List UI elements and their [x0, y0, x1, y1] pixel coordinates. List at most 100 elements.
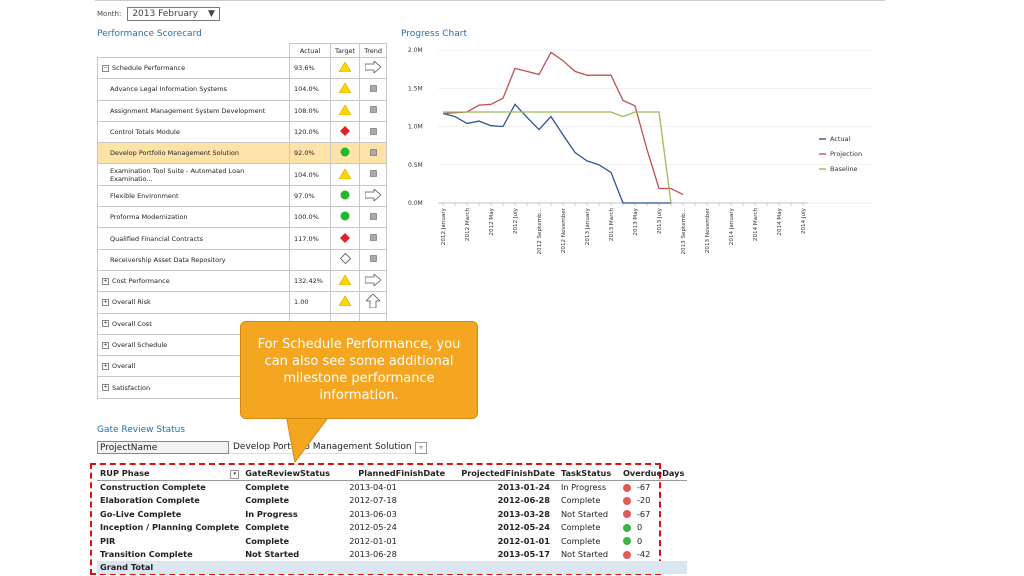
col-planned-finish: PlannedFinishDate [346, 467, 459, 481]
expand-icon[interactable]: + [102, 320, 109, 328]
scorecard-row-name[interactable]: Examination Tool Suite - Automated Loan … [97, 163, 290, 186]
callout-tooltip: For Schedule Performance, you can also s… [240, 321, 478, 419]
trend-indicator [359, 56, 388, 80]
projected-finish-cell: 2012-01-01 [497, 535, 550, 546]
scorecard-row-label: Assignment Management System Development [110, 106, 266, 115]
trend-indicator [359, 248, 388, 271]
table-row: Go-Live Complete In Progress 2013-06-03 201… [97, 507, 687, 520]
scorecard-row[interactable]: + Overall Risk 1.00 [97, 291, 388, 314]
scorecard-row[interactable]: Develop Portfolio Management Solution 92.… [97, 142, 388, 165]
scorecard-row-name[interactable]: Develop Portfolio Management Solution [97, 142, 290, 165]
progress-chart: 0.0M 0.5M 1.0M 1.5M 2.0M 2012 January 2012 Mar… [408, 47, 873, 255]
status-dot-icon [622, 550, 631, 559]
square-icon [369, 106, 377, 114]
series-line-actual [442, 103, 671, 204]
scorecard-row-name[interactable]: + Overall Risk [97, 291, 290, 314]
task-status-cell: Complete [560, 495, 601, 506]
x-tick-label: 2012 Septemb... [537, 208, 543, 255]
scorecard-row[interactable]: − Schedule Performance 93.6% [97, 56, 388, 80]
green-circle-icon [340, 190, 350, 200]
x-tick-label: 2014 July [801, 207, 807, 234]
target-indicator [329, 227, 361, 250]
dropdown-icon[interactable]: ▾ [230, 469, 240, 479]
target-indicator [329, 120, 361, 144]
planned-finish-cell: 2012-05-24 [349, 522, 397, 533]
scorecard-row-label: Overall Schedule [112, 341, 168, 349]
expand-icon[interactable]: + [102, 341, 109, 349]
scorecard-actual: 104.0% [289, 163, 331, 186]
scorecard-row[interactable]: Examination Tool Suite - Automated Loan … [97, 163, 388, 186]
empty-diamond-icon [339, 253, 351, 265]
overdue-days-cell: 0 [620, 534, 687, 547]
expand-icon[interactable]: + [102, 298, 109, 306]
status-dot-icon [622, 483, 631, 492]
scorecard-row[interactable]: Control Totals Module 120.0% [97, 120, 388, 144]
y-tick-label: 0.0M [408, 200, 423, 207]
task-status-cell: Complete [560, 522, 601, 533]
col-gate-status: GateReviewStatus [242, 467, 347, 481]
status-dot-icon [622, 496, 631, 505]
target-indicator [329, 206, 361, 229]
overdue-value: -42 [636, 549, 651, 560]
scorecard-row[interactable]: Flexible Environment 97.0% [97, 184, 388, 208]
scorecard-row[interactable]: + Cost Performance 132.42% [97, 269, 388, 293]
x-tick-label: 2013 November [705, 207, 711, 253]
filter-icon[interactable]: ▿ [415, 442, 427, 454]
scorecard-row-name[interactable]: Advance Legal Information Systems [97, 78, 290, 101]
grand-total-label: Grand Total [97, 560, 243, 575]
projected-finish-cell: 2013-03-28 [497, 508, 550, 519]
overdue-value: 0 [636, 535, 643, 546]
expand-icon[interactable]: + [102, 362, 109, 370]
scorecard-row-name[interactable]: Proforma Modernization [97, 206, 290, 229]
gate-status-cell: Complete [245, 495, 290, 506]
square-icon [369, 255, 377, 263]
task-status-cell: Not Started [560, 549, 609, 560]
red-diamond-icon [340, 126, 351, 137]
scorecard-row[interactable]: Assignment Management System Development… [97, 99, 388, 122]
scorecard-row-name[interactable]: + Cost Performance [97, 269, 290, 293]
collapse-icon[interactable]: − [102, 64, 109, 72]
scorecard-row[interactable]: Advance Legal Information Systems 104.0% [97, 78, 388, 101]
target-indicator [329, 99, 361, 122]
scorecard-row-name[interactable]: Assignment Management System Development [97, 99, 290, 122]
scorecard-actual: 93.6% [289, 56, 331, 80]
x-tick-label: 2013 Septemb... [681, 208, 687, 255]
expand-icon[interactable]: + [102, 277, 109, 285]
x-tick-label: 2013 May [633, 207, 639, 235]
scorecard-row-name[interactable]: Control Totals Module [97, 120, 290, 144]
status-dot-icon [622, 537, 631, 546]
col-rup-phase[interactable]: RUP Phase ▾ [97, 467, 243, 481]
scorecard-row-label: Proforma Modernization [110, 213, 188, 222]
table-row: PIR Complete 2012-01-01 2012-01-01 Complete 0 [97, 534, 687, 547]
arrow-up-icon [365, 293, 382, 309]
scorecard-header-blank [97, 43, 290, 58]
series-line-projection [442, 51, 684, 196]
scorecard-row-name[interactable]: − Schedule Performance [97, 56, 290, 80]
trend-indicator [359, 142, 388, 165]
scorecard-title: Performance Scorecard [97, 29, 202, 39]
expand-icon[interactable]: + [102, 384, 109, 392]
overdue-value: -67 [636, 508, 651, 519]
scorecard-row-name[interactable]: Flexible Environment [97, 184, 290, 208]
scorecard-row-label: Develop Portfolio Management Solution [110, 149, 239, 158]
scorecard-row-name[interactable]: Qualified Financial Contracts [97, 227, 290, 250]
red-diamond-icon [340, 232, 351, 243]
project-name-label: ProjectName [97, 441, 229, 454]
scorecard-row[interactable]: Proforma Modernization 100.0% [97, 206, 388, 229]
green-circle-icon [340, 147, 350, 157]
square-icon [369, 170, 377, 177]
target-indicator [329, 291, 361, 314]
gate-status-cell: Complete [245, 522, 290, 533]
scorecard-row-label: Flexible Environment [110, 191, 179, 200]
target-indicator [329, 163, 361, 186]
project-name-value[interactable]: Develop Portfolio Management Solution ▿ [229, 441, 429, 454]
x-tick-label: 2013 July [657, 207, 663, 234]
month-label: Month: [97, 10, 122, 18]
x-tick-label: 2012 January [441, 207, 447, 245]
projected-finish-cell: 2012-05-24 [497, 522, 550, 533]
scorecard-row-name[interactable]: Receivership Asset Data Repository [97, 248, 290, 271]
arrow-right-icon [364, 188, 382, 202]
scorecard-row[interactable]: Receivership Asset Data Repository [97, 248, 388, 271]
month-select[interactable]: 2013 February ▼ [127, 7, 220, 21]
scorecard-row[interactable]: Qualified Financial Contracts 117.0% [97, 227, 388, 250]
